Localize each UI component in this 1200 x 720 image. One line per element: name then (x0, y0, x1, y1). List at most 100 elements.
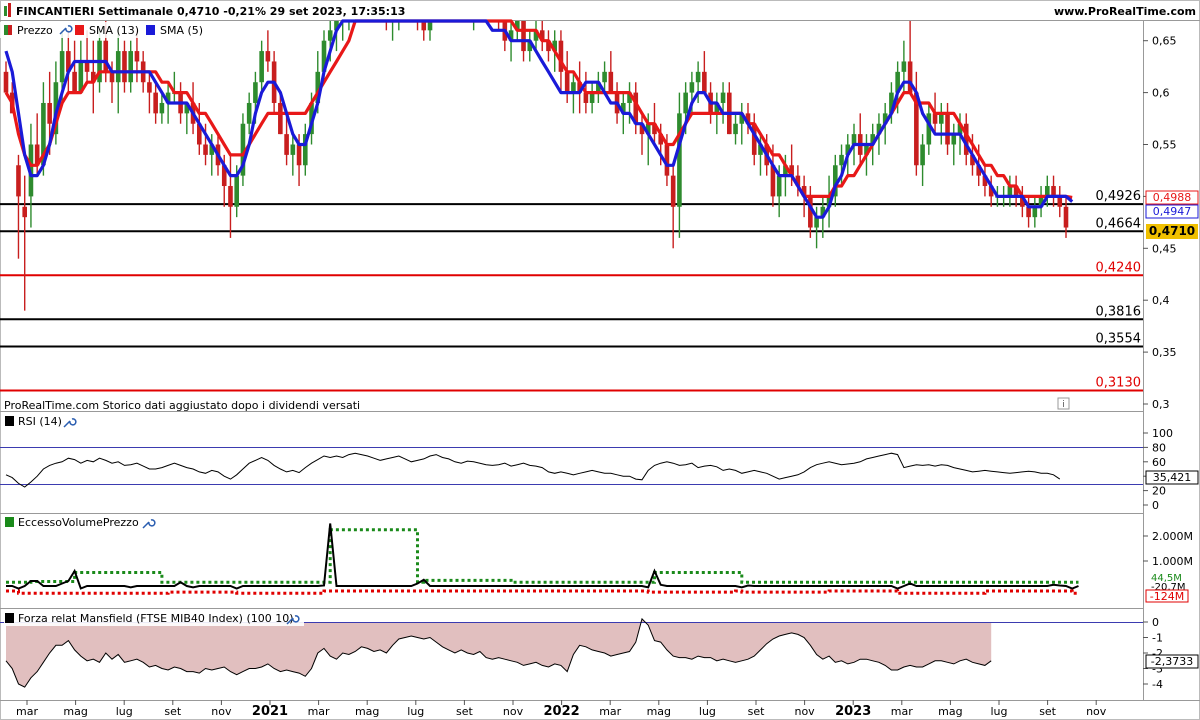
x-axis-label: mag (63, 705, 87, 718)
price-levels (0, 203, 1143, 392)
legend-sma5: SMA (5) (160, 24, 203, 37)
candle-body (327, 30, 333, 41)
chart-title: FINCANTIERI Settimanale 0,4710 -0,21% 29… (16, 5, 405, 18)
x-axis-label: mag (938, 705, 962, 718)
x-axis-label: nov (1086, 705, 1107, 718)
x-axis-label: lug (116, 705, 133, 718)
candle-body (290, 144, 296, 155)
candle-body (677, 113, 682, 207)
x-axis-label: set (164, 705, 181, 718)
candle-body (776, 175, 782, 197)
candle-body (159, 102, 165, 114)
x-axis: mar mag lug set nov 2021 mar mag lug set nov 2022 ma… (16, 700, 1107, 719)
x-axis-label: mar (16, 705, 38, 718)
x-axis-label: mar (308, 705, 330, 718)
rsi-axis-label: 100 (1152, 427, 1173, 440)
footnote: ProRealTime.com Storico dati aggiustato … (4, 399, 360, 412)
price-badges: 0,4988 0,4947 0,4710 (1145, 190, 1199, 239)
candle-icon (4, 6, 7, 16)
candle-body (16, 165, 21, 197)
candle-body (720, 92, 726, 103)
x-axis-label: mar (599, 705, 621, 718)
rsi-legend-swatch (5, 416, 14, 426)
candle-body (72, 71, 77, 93)
candle-body (689, 82, 695, 93)
mansfield-legend-swatch (5, 613, 14, 623)
candle-body (733, 123, 738, 135)
rsi-line (5, 452, 1061, 488)
x-axis-label: set (748, 705, 765, 718)
x-axis-label: lug (699, 705, 716, 718)
mansfield-axis-label: -4 (1152, 678, 1163, 691)
volume-title: EccessoVolumePrezzo (18, 516, 139, 529)
rsi-axis: 100806040200 (1143, 427, 1173, 512)
price-legend: Prezzo SMA (13) SMA (5) (0, 22, 210, 38)
mansfield-axis-label: 0 (1152, 616, 1159, 629)
candle-body (670, 175, 676, 207)
candle-body (134, 51, 140, 62)
candle-body (122, 51, 127, 83)
x-axis-label: mag (355, 705, 379, 718)
x-axis-label: mar (891, 705, 913, 718)
price-level-label: 0,3816 (1096, 304, 1142, 319)
candle-body (246, 102, 252, 124)
rsi-axis-label: 20 (1152, 485, 1166, 498)
volume-value-lower: -124M (1150, 590, 1184, 603)
candle-icon-down (8, 3, 11, 17)
volume-axis-label: 1.000M (1152, 555, 1193, 568)
candle-body (22, 206, 28, 218)
candle-body (296, 144, 302, 166)
candle-body (115, 51, 121, 83)
candle-body (278, 102, 283, 135)
price-axis-label: 0,6 (1152, 87, 1170, 100)
candle-body (234, 175, 240, 207)
mansfield-value: -2,3733 (1151, 655, 1193, 668)
price-axis-label: 0,55 (1152, 139, 1177, 152)
wrench-icon[interactable] (63, 418, 77, 428)
price-axis-label: 0,4 (1152, 294, 1170, 307)
price-axis-label: 0,45 (1152, 242, 1177, 255)
candle-body (3, 71, 9, 93)
mansfield-axis-label: -1 (1152, 632, 1163, 645)
candle-body (920, 144, 925, 166)
candle-body (253, 82, 258, 103)
sma5-legend-swatch (146, 25, 155, 35)
candle-body (683, 92, 688, 114)
rsi-value: 35,421 (1153, 471, 1192, 484)
rsi-axis-label: 80 (1152, 441, 1166, 454)
candle-body (147, 82, 152, 93)
candle-body (203, 144, 208, 155)
website-label: www.ProRealTime.com (1054, 5, 1196, 18)
x-axis-label: mag (647, 705, 671, 718)
price-level-label: 0,4926 (1096, 189, 1142, 204)
legend-price: Prezzo (17, 24, 53, 37)
candle-body (259, 51, 264, 83)
wrench-icon[interactable] (142, 519, 156, 529)
price-level-labels: 0,4926 0,4664 0,4240 0,3816 0,3554 0,3130 (1096, 189, 1142, 390)
sma5-line (4, 19, 1074, 219)
info-icon-glyph: i (1062, 400, 1065, 410)
mansfield-title: Forza relat Mansfield (FTSE MIB40 Index)… (18, 612, 294, 625)
rsi-axis-label: 0 (1152, 499, 1159, 512)
price-legend-swatch-down (8, 25, 12, 35)
volume-upper-step (6, 528, 1079, 584)
candle-body (702, 71, 707, 93)
price-legend-swatch (4, 25, 8, 35)
x-axis-label: lug (990, 705, 1007, 718)
rsi-axis-label: 60 (1152, 456, 1166, 469)
sma5-badge-value: 0,4947 (1153, 205, 1192, 218)
rsi-title: RSI (14) (18, 415, 62, 428)
price-axis-label: 0,65 (1152, 35, 1177, 48)
volume-lower-step (6, 589, 1079, 595)
price-axis-label: 0,35 (1152, 346, 1177, 359)
x-axis-label: 2021 (252, 704, 288, 719)
x-axis-label: nov (503, 705, 524, 718)
price-axis-label: 0,3 (1152, 398, 1170, 411)
candle-body (59, 51, 65, 83)
candle-body (265, 51, 271, 62)
volume-legend-swatch (5, 517, 14, 527)
x-axis-label: nov (211, 705, 232, 718)
candle-body (284, 134, 289, 155)
candle-body (901, 61, 907, 72)
x-axis-label: nov (794, 705, 815, 718)
